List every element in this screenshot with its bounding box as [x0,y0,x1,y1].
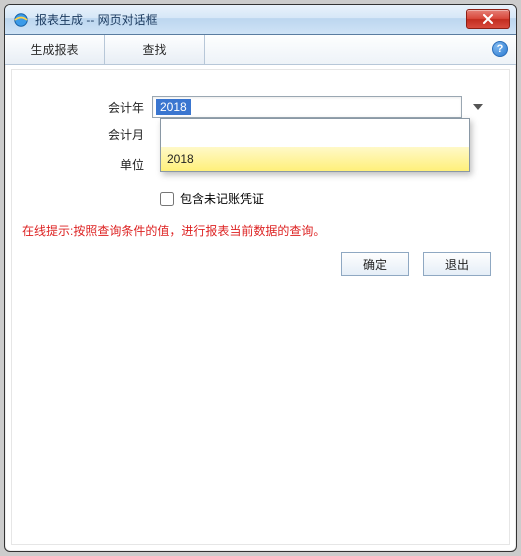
ok-button[interactable]: 确定 [341,252,409,276]
toolbar: 生成报表 查找 ? [5,35,516,65]
include-unposted-input[interactable] [160,192,174,206]
window-title: 报表生成 -- 网页对话框 [35,11,158,28]
month-label: 会计月 [32,126,152,143]
online-hint: 在线提示:按照查询条件的值，进行报表当前数据的查询。 [22,222,325,239]
generate-report-button[interactable]: 生成报表 [5,35,105,64]
row-include-unposted: 包含未记账凭证 [160,190,264,207]
dropdown-option-blank[interactable] [161,119,469,147]
search-label: 查找 [142,41,166,58]
exit-button[interactable]: 退出 [423,252,491,276]
title-bar: 报表生成 -- 网页对话框 [5,5,516,35]
close-icon [482,14,494,24]
chevron-down-icon [469,98,487,116]
year-field-wrap: 2018 [152,96,489,118]
year-dropdown[interactable]: 2018 [160,118,470,172]
dialog-window: 报表生成 -- 网页对话框 生成报表 查找 ? 会计年 2018 [4,4,517,552]
search-button[interactable]: 查找 [105,35,205,64]
year-label: 会计年 [32,99,152,116]
ie-icon [13,12,29,28]
ok-label: 确定 [363,256,387,273]
button-row: 确定 退出 [341,252,491,276]
generate-report-label: 生成报表 [30,41,78,58]
dropdown-option-2018[interactable]: 2018 [161,147,469,171]
row-year: 会计年 2018 [32,96,489,118]
year-selected-value: 2018 [156,99,191,115]
content-area: 会计年 2018 会计月 单位 2018 [11,69,510,545]
help-icon[interactable]: ? [492,41,508,57]
include-unposted-label: 包含未记账凭证 [180,190,264,207]
include-unposted-checkbox[interactable]: 包含未记账凭证 [160,190,264,207]
close-button[interactable] [466,9,510,29]
unit-label: 单位 [32,156,152,173]
help-label: ? [497,43,504,55]
year-combo[interactable]: 2018 [152,96,462,118]
exit-label: 退出 [445,256,469,273]
